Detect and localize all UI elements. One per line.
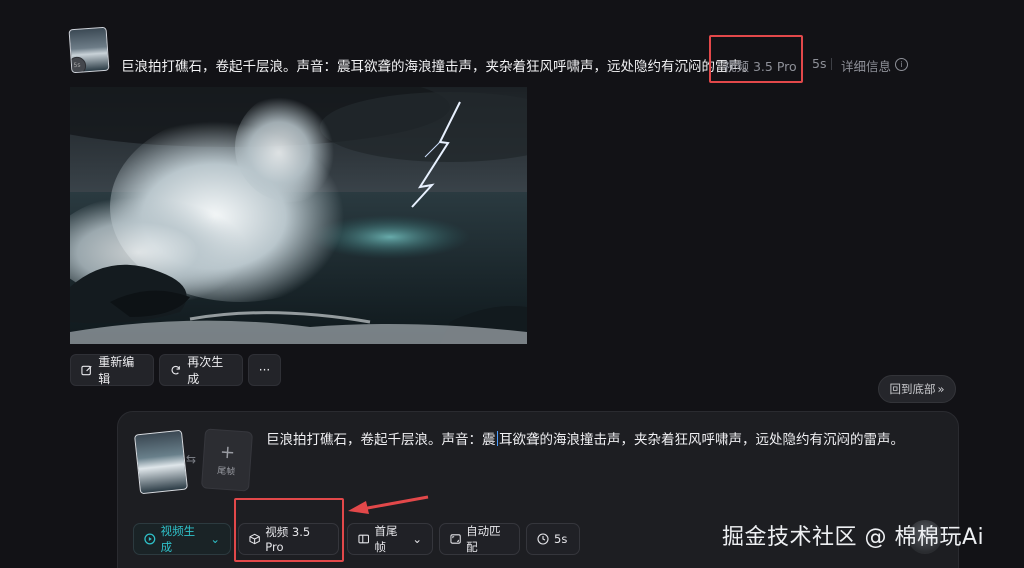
plus-icon: + bbox=[219, 441, 236, 464]
generated-video-preview[interactable] bbox=[70, 87, 527, 344]
auto-match-label: 自动匹配 bbox=[466, 524, 501, 554]
duration-label: 5s bbox=[554, 532, 568, 546]
annotation-arrow bbox=[348, 495, 429, 514]
wave-scene-image bbox=[70, 87, 527, 344]
chevron-down-icon: ⌄ bbox=[412, 532, 422, 546]
frames-icon bbox=[358, 534, 370, 544]
aspect-ratio-icon bbox=[450, 534, 461, 544]
regenerate-button[interactable]: 再次生成 bbox=[159, 354, 243, 386]
prompt-text-before: 巨浪拍打礁石，卷起千层浪。声音：震 bbox=[266, 432, 496, 448]
reedit-label: 重新编辑 bbox=[98, 355, 135, 386]
info-icon[interactable]: i bbox=[895, 58, 908, 71]
first-frame-thumbnail[interactable] bbox=[133, 429, 189, 495]
app-root: 5s 巨浪拍打礁石，卷起千层浪。声音：震耳欲聋的海浪撞击声，夹杂着狂风呼啸声，远… bbox=[0, 0, 1024, 568]
reedit-button[interactable]: 重新编辑 bbox=[70, 354, 154, 386]
details-link[interactable]: 详细信息 bbox=[841, 56, 891, 75]
thumbnail-badge: 5s bbox=[68, 56, 87, 74]
annotation-box-top bbox=[709, 35, 803, 83]
end-frame-upload[interactable]: + 尾帧 bbox=[200, 428, 254, 492]
text-caret bbox=[496, 431, 498, 446]
mode-label: 视频生成 bbox=[160, 524, 196, 554]
frames-label: 首尾帧 bbox=[374, 524, 398, 554]
mode-selector[interactable]: 视频生成 ⌄ bbox=[133, 523, 231, 555]
reference-thumbnail[interactable]: 5s bbox=[68, 26, 110, 74]
double-chevron-down-icon: » bbox=[937, 382, 945, 396]
aspect-auto-button[interactable]: 自动匹配 bbox=[439, 523, 520, 555]
generation-prompt: 巨浪拍打礁石，卷起千层浪。声音：震耳欲聋的海浪撞击声，夹杂着狂风呼啸声，远处隐约… bbox=[121, 59, 756, 75]
watermark-text: 掘金技术社区 @ 棉棉玩Ai bbox=[722, 525, 985, 550]
more-icon: ··· bbox=[258, 363, 271, 377]
back-to-bottom-button[interactable]: 回到底部 » bbox=[878, 375, 956, 403]
generation-duration: 5s bbox=[812, 56, 827, 71]
refresh-icon bbox=[171, 365, 180, 375]
frames-selector[interactable]: 首尾帧 ⌄ bbox=[347, 523, 433, 555]
swap-frames-icon[interactable]: ⇆ bbox=[186, 452, 196, 466]
clock-icon bbox=[537, 533, 549, 545]
meta-divider bbox=[831, 58, 832, 70]
annotation-box-bottom bbox=[234, 498, 344, 562]
prompt-text-after: 耳欲聋的海浪撞击声，夹杂着狂风呼啸声，远处隐约有沉闷的雷声。 bbox=[499, 432, 904, 448]
edit-icon bbox=[81, 365, 92, 376]
back-to-bottom-label: 回到底部 bbox=[889, 382, 936, 396]
prompt-input[interactable]: 巨浪拍打礁石，卷起千层浪。声音：震 耳欲聋的海浪撞击声，夹杂着狂风呼啸声，远处隐约… bbox=[266, 428, 904, 448]
end-frame-label: 尾帧 bbox=[216, 465, 236, 478]
chevron-down-icon: ⌄ bbox=[210, 532, 220, 546]
duration-selector[interactable]: 5s bbox=[526, 523, 580, 555]
regenerate-label: 再次生成 bbox=[187, 355, 224, 386]
more-options-button[interactable]: ··· bbox=[248, 354, 281, 386]
video-mode-icon bbox=[144, 533, 156, 545]
